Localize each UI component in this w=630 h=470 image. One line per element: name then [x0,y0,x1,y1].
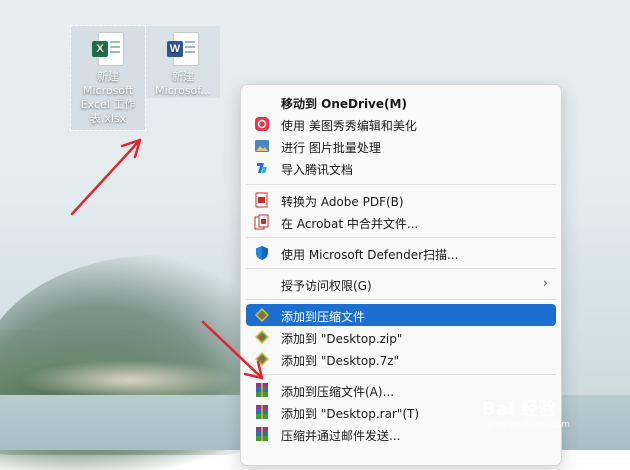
acrobat-merge-icon [254,214,269,230]
zip-archive-icon [255,330,269,344]
word-file-icon: W [167,32,199,66]
desktop-icon-label: 新建 Microsof... [155,70,211,97]
menu-item-label: 授予访问权限(G) [281,279,372,293]
winrar-icon [256,383,268,397]
menu-item-label: 转换为 Adobe PDF(B) [281,195,404,209]
menu-item-label: 添加到压缩文件(A)... [281,385,395,399]
image-batch-icon [255,140,269,152]
defender-shield-icon [256,246,268,260]
menu-item-convert-pdf[interactable]: 转换为 Adobe PDF(B) [246,189,556,211]
desktop-icon-excel[interactable]: X 新建 Microsoft Excel 工作表.xlsx [70,25,146,131]
winrar-icon [256,405,268,419]
watermark-url: jingyan.baidu.com [487,420,571,430]
zip-archive-icon [255,308,269,322]
menu-item-label: 移动到 OneDrive(M) [281,97,407,111]
menu-item-label: 压缩并通过邮件发送... [281,429,401,443]
watermark-logo: Bai 经验 [482,399,557,420]
wallpaper-beach [20,360,240,400]
menu-separator [246,268,556,269]
menu-item-add-to-archive[interactable]: 添加到压缩文件 [246,304,556,326]
zip-archive-icon [255,352,269,366]
menu-item-move-onedrive[interactable]: 移动到 OneDrive(M) [246,91,556,113]
menu-item-image-batch[interactable]: 进行 图片批量处理 [246,135,556,157]
meitu-icon [255,117,269,131]
adobe-pdf-icon [255,192,268,208]
menu-item-label: 添加到 "Desktop.rar"(T) [281,407,420,421]
menu-item-add-to-zip[interactable]: 添加到 "Desktop.zip" [246,326,556,348]
menu-item-label: 在 Acrobat 中合并文件... [281,217,419,231]
menu-item-label: 添加到压缩文件 [281,310,366,324]
excel-file-icon: X [92,32,124,66]
menu-item-meitu[interactable]: 使用 美图秀秀编辑和美化 [246,113,556,135]
menu-item-label: 使用 Microsoft Defender扫描... [281,248,459,262]
menu-item-acrobat-merge[interactable]: 在 Acrobat 中合并文件... [246,211,556,233]
menu-separator [246,237,556,238]
menu-item-defender-scan[interactable]: 使用 Microsoft Defender扫描... [246,242,556,264]
menu-item-add-to-7z[interactable]: 添加到 "Desktop.7z" [246,348,556,370]
menu-item-label: 使用 美图秀秀编辑和美化 [281,119,417,133]
menu-separator [246,374,556,375]
desktop-icon-label: 新建 Microsoft Excel 工作表.xlsx [80,70,136,125]
tencent-docs-icon [257,163,267,173]
menu-item-tencent-docs[interactable]: 导入腾讯文档 [246,157,556,179]
menu-item-label: 导入腾讯文档 [281,163,354,177]
menu-item-grant-access[interactable]: 授予访问权限(G) › [246,273,556,295]
menu-separator [246,184,556,185]
menu-item-label: 进行 图片批量处理 [281,141,381,155]
menu-item-label: 添加到 "Desktop.zip" [281,332,403,346]
winrar-icon [256,427,268,441]
desktop-icon-word[interactable]: W 新建 Microsof... [146,26,220,98]
chevron-right-icon: › [542,276,548,291]
menu-separator [246,299,556,300]
menu-item-label: 添加到 "Desktop.7z" [281,354,400,368]
